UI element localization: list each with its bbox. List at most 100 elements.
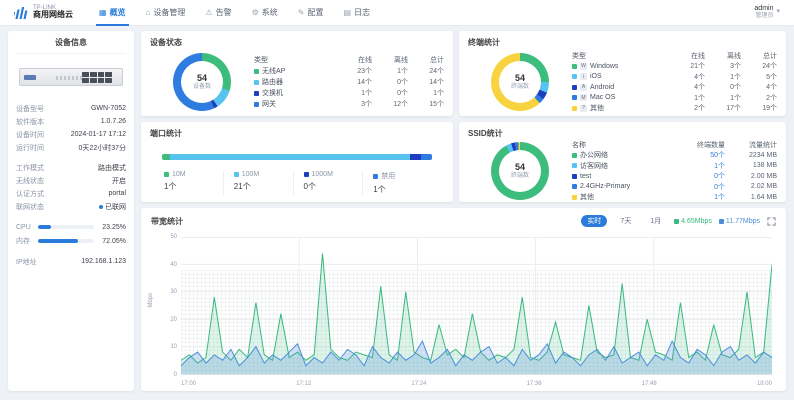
range-realtime-button[interactable]: 实时 xyxy=(581,215,607,227)
info-label: 工作模式 xyxy=(16,163,44,173)
memory-bar xyxy=(38,239,94,243)
donut-value: 54 xyxy=(515,74,525,84)
device-status-title: 设备状态 xyxy=(150,37,444,48)
port-legend-item: 禁用 1个 xyxy=(362,171,432,195)
legend-color xyxy=(572,153,577,158)
info-label: 设备时间 xyxy=(16,130,44,140)
device-logo xyxy=(24,75,36,80)
memory-label: 内存 xyxy=(16,236,34,246)
memory-usage-row: 内存 72.05% xyxy=(16,234,126,248)
nav-label: 设备管理 xyxy=(153,7,185,18)
range-7d-button[interactable]: 7天 xyxy=(614,215,637,227)
legend-upload: 4.65Mbps xyxy=(674,218,712,225)
windows-icon: W xyxy=(580,63,587,70)
brand-logo-icon xyxy=(14,7,28,19)
col-offline: 离线 xyxy=(372,55,408,65)
legend-color xyxy=(254,91,259,96)
nav-item-devices[interactable]: ⌂ 设备管理 xyxy=(146,0,186,26)
nav-item-logs[interactable]: ▤ 日志 xyxy=(343,0,370,26)
info-value: 2024-01-17 17:12 xyxy=(71,131,126,138)
row-name: 交换机 xyxy=(262,88,283,98)
user-role: 管理员 xyxy=(754,13,773,20)
nav-item-system[interactable]: ⚙ 系统 xyxy=(252,0,278,26)
status-value: 已联网 xyxy=(105,202,126,212)
info-label: 设备型号 xyxy=(16,104,44,114)
col-online: 在线 xyxy=(336,55,372,65)
info-value: 开启 xyxy=(112,176,126,186)
legend-download: 11.77Mbps xyxy=(719,218,760,225)
ip-label: IP地址 xyxy=(16,257,37,267)
brand-line2: 商用网络云 xyxy=(33,11,73,19)
ip-value: 192.168.1.123 xyxy=(81,258,126,265)
port-legend-item: 1000M 0个 xyxy=(293,171,363,195)
legend-color xyxy=(254,80,259,85)
info-row: 运行时间 0天22小时37分 xyxy=(16,141,126,154)
nav-item-config[interactable]: ✎ 配置 xyxy=(298,0,324,26)
port-stacked-bar xyxy=(162,154,432,160)
legend-color xyxy=(572,74,577,79)
legend-color xyxy=(373,174,378,179)
pencil-icon: ✎ xyxy=(298,8,305,17)
client-stats-card: 终端统计 54 终端数 类型 在线 xyxy=(459,31,786,116)
nav-label: 告警 xyxy=(216,7,232,18)
user-name: admin xyxy=(754,5,773,13)
legend-color xyxy=(572,184,577,189)
cpu-bar xyxy=(38,225,94,229)
alert-icon: ⚠ xyxy=(205,8,212,17)
col-total: 总计 xyxy=(741,51,777,61)
device-status-table: 类型 在线 离线 总计 无线AP 23个 1个 24个 路由器 xyxy=(254,55,444,110)
nav-item-overview[interactable]: ▦ 概览 xyxy=(99,0,126,26)
info-value: portal xyxy=(108,190,126,197)
donut-value: 54 xyxy=(515,163,525,173)
ssid-stats-card: SSID统计 54 终端数 名称 终端数量 xyxy=(459,122,786,202)
device-status-donut: 54 设备数 xyxy=(173,53,231,111)
range-1m-button[interactable]: 1月 xyxy=(644,215,667,227)
donut-label: 终端数 xyxy=(511,84,529,91)
info-value: 路由模式 xyxy=(98,163,126,173)
col-total: 总计 xyxy=(408,55,444,65)
bandwidth-chart xyxy=(181,237,772,375)
legend-color xyxy=(304,172,309,177)
donut-label: 设备数 xyxy=(193,84,211,91)
port-stats-card: 端口统计 10M 1个 100M 21个 1000M 0个 xyxy=(141,122,453,202)
legend-color xyxy=(572,85,577,90)
status-dot-icon xyxy=(99,205,103,209)
info-row: 工作模式 路由模式 xyxy=(16,161,126,174)
device-vents xyxy=(56,76,84,80)
device-panel-title: 设备信息 xyxy=(16,37,126,54)
nav-menu: ▦ 概览 ⌂ 设备管理 ⚠ 告警 ⚙ 系统 ✎ 配置 ▤ 日志 xyxy=(99,0,370,26)
device-ports xyxy=(82,72,112,83)
y-axis-title: Mbps xyxy=(148,293,154,308)
top-navbar: TP-LINK 商用网络云 ▦ 概览 ⌂ 设备管理 ⚠ 告警 ⚙ 系统 ✎ 配置… xyxy=(0,0,794,26)
legend-color xyxy=(572,64,577,69)
other-os-icon: ? xyxy=(580,105,587,112)
cpu-value: 23.25% xyxy=(98,224,126,231)
fullscreen-icon[interactable] xyxy=(767,217,776,226)
y-axis-labels: 50403020100 xyxy=(157,234,177,378)
info-label: 联网状态 xyxy=(16,202,44,212)
client-stats-donut: 54 终端数 xyxy=(491,53,549,111)
info-value: 0天22小时37分 xyxy=(79,143,126,153)
client-stats-title: 终端统计 xyxy=(468,37,777,48)
table-row: 访客网络 1个 138 MB xyxy=(572,161,777,172)
col-clients: 终端数量 xyxy=(673,140,725,150)
legend-color xyxy=(572,106,577,111)
info-label: 软件版本 xyxy=(16,117,44,127)
gear-icon: ⚙ xyxy=(252,8,259,17)
port-legend-item: 100M 21个 xyxy=(223,171,293,195)
legend-color xyxy=(254,102,259,107)
legend-color xyxy=(254,69,259,74)
info-label: 运行时间 xyxy=(16,143,44,153)
brand-logo: TP-LINK 商用网络云 xyxy=(14,5,73,20)
row-name: 无线AP xyxy=(262,66,285,76)
nav-label: 配置 xyxy=(307,7,323,18)
nav-item-alerts[interactable]: ⚠ 告警 xyxy=(205,0,231,26)
user-menu[interactable]: admin 管理员 ▾ xyxy=(754,5,780,21)
info-label: 无线状态 xyxy=(16,176,44,186)
table-row: 网关 3个 12个 15个 xyxy=(254,99,444,110)
info-row: 软件版本 1.0.7.26 xyxy=(16,115,126,128)
nav-label: 日志 xyxy=(354,7,370,18)
memory-value: 72.05% xyxy=(98,238,126,245)
info-row: 设备型号 GWN-7052 xyxy=(16,102,126,115)
table-row: 无线AP 23个 1个 24个 xyxy=(254,66,444,77)
